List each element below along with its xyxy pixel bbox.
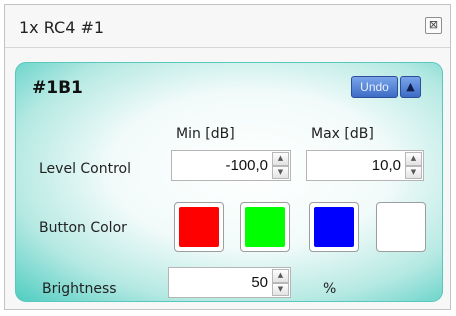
color-swatch-blue[interactable] (309, 202, 359, 252)
max-column-header: Max [dB] (311, 126, 374, 142)
rc4-window: 1x RC4 #1 ⊠ #1B1 Undo ▲ Min [dB] Max [dB… (4, 4, 451, 310)
spin-up-icon[interactable]: ▲ (272, 269, 289, 283)
title-bar: 1x RC4 #1 ⊠ (5, 5, 450, 48)
color-swatch-red[interactable] (174, 202, 224, 252)
spin-down-icon[interactable]: ▼ (405, 165, 422, 179)
min-column-header: Min [dB] (176, 126, 235, 142)
spin-down-icon[interactable]: ▼ (272, 165, 289, 179)
level-min-spinbox[interactable]: -100,0 ▲ ▼ (171, 150, 291, 181)
brightness-label: Brightness (42, 281, 117, 297)
level-max-value: 10,0 (371, 157, 401, 174)
spin-up-icon[interactable]: ▲ (405, 152, 422, 166)
level-max-spinbox[interactable]: 10,0 ▲ ▼ (306, 150, 424, 181)
undo-button[interactable]: Undo (351, 76, 398, 98)
device-panel: #1B1 Undo ▲ Min [dB] Max [dB] Level Cont… (15, 62, 443, 302)
color-swatch-green[interactable] (240, 202, 290, 252)
brightness-unit: % (323, 281, 337, 297)
level-min-value: -100,0 (225, 157, 268, 174)
window-title: 1x RC4 #1 (19, 18, 105, 37)
spin-down-icon[interactable]: ▼ (272, 282, 289, 296)
color-swatch-white[interactable] (376, 202, 426, 252)
panel-title: #1B1 (32, 78, 83, 98)
level-control-label: Level Control (39, 161, 132, 177)
spin-up-icon[interactable]: ▲ (272, 152, 289, 166)
brightness-spinbox[interactable]: 50 ▲ ▼ (168, 267, 291, 298)
brightness-value: 50 (251, 274, 268, 291)
collapse-icon[interactable]: ▲ (400, 76, 421, 98)
close-button[interactable]: ⊠ (425, 17, 442, 34)
button-color-label: Button Color (39, 220, 127, 236)
